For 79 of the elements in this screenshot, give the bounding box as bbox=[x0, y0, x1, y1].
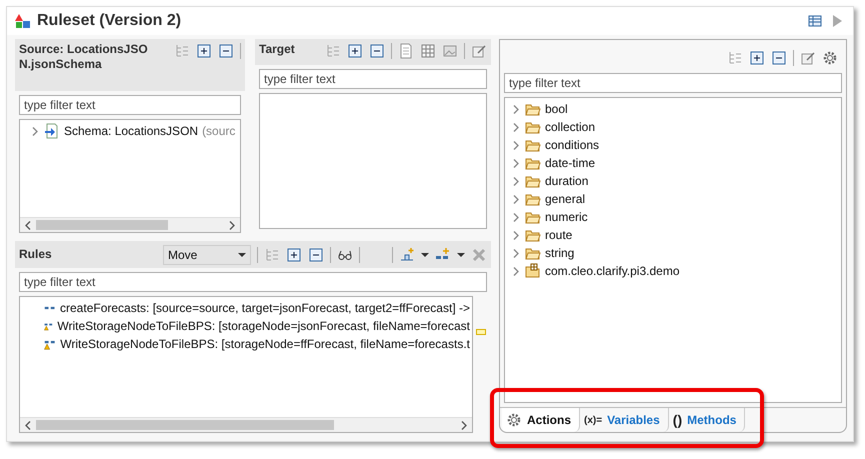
expand-all-icon[interactable] bbox=[347, 43, 363, 59]
settings-icon[interactable] bbox=[822, 50, 838, 66]
horizontal-scrollbar[interactable] bbox=[20, 417, 472, 432]
rule-row[interactable]: WriteStorageNodeToFileBPS: [storageNode=jsonForecast, fileName=forecast bbox=[22, 318, 470, 334]
source-title: Source: LocationsJSON.jsonSchema bbox=[19, 42, 149, 72]
target-title: Target bbox=[259, 42, 295, 57]
tree-item[interactable]: string bbox=[507, 245, 839, 261]
rule-text: createForecasts: [source=source, target=jsonForecast, target2=ffForecast] -> bbox=[60, 301, 470, 315]
rule-text: WriteStorageNodeToFileBPS: [storageNode=jsonForecast, fileName=forecast bbox=[57, 319, 470, 333]
scroll-left-icon[interactable] bbox=[25, 220, 31, 230]
gear-icon bbox=[506, 412, 522, 428]
package-icon bbox=[525, 263, 541, 279]
tree-icon[interactable] bbox=[174, 43, 190, 59]
collapse-all-icon[interactable] bbox=[218, 43, 234, 59]
horizontal-scrollbar[interactable] bbox=[20, 217, 240, 232]
add-rule-icon[interactable] bbox=[399, 247, 415, 263]
tree-item-label: collection bbox=[545, 120, 596, 134]
rule-row[interactable]: createForecasts: [source=source, target=jsonForecast, target2=ffForecast] -> bbox=[22, 300, 470, 316]
tree-icon[interactable] bbox=[264, 247, 280, 263]
tree-item-label: conditions bbox=[545, 138, 600, 152]
rules-filter-field[interactable]: type filter text bbox=[19, 272, 487, 292]
scroll-left-icon[interactable] bbox=[25, 420, 31, 430]
rules-title: Rules bbox=[19, 246, 52, 262]
tree-item[interactable]: date-time bbox=[507, 155, 839, 171]
tree-item[interactable]: numeric bbox=[507, 209, 839, 225]
caret-icon[interactable] bbox=[421, 253, 429, 257]
expand-all-icon[interactable] bbox=[749, 50, 765, 66]
tree-item-label: numeric bbox=[545, 210, 588, 224]
tree-icon[interactable] bbox=[727, 50, 743, 66]
caret-icon bbox=[238, 253, 246, 257]
collapse-all-icon[interactable] bbox=[369, 43, 385, 59]
scroll-right-icon[interactable] bbox=[229, 220, 235, 230]
tree-item-detail: (sourc bbox=[202, 124, 236, 138]
mode-dropdown[interactable]: Move bbox=[163, 245, 251, 265]
warning-marker bbox=[476, 329, 486, 335]
document-icon[interactable] bbox=[398, 43, 414, 59]
expand-all-icon[interactable] bbox=[286, 247, 302, 263]
tree-item-label: com.cleo.clarify.pi3.demo bbox=[545, 264, 680, 278]
tree-item-label: date-time bbox=[545, 156, 596, 170]
tab-symbol: (x)= bbox=[584, 414, 602, 426]
tree-icon[interactable] bbox=[325, 43, 341, 59]
table-icon[interactable] bbox=[807, 13, 823, 29]
collapse-all-icon[interactable] bbox=[308, 247, 324, 263]
tree-item[interactable]: conditions bbox=[507, 137, 839, 153]
palette-tab[interactable]: (x)= Variables bbox=[580, 408, 669, 432]
scroll-right-icon[interactable] bbox=[461, 420, 467, 430]
edit-icon[interactable] bbox=[471, 43, 487, 59]
expand-all-icon[interactable] bbox=[196, 43, 212, 59]
rule-text: WriteStorageNodeToFileBPS: [storageNode=ffForecast, fileName=forecasts.t bbox=[60, 337, 470, 351]
tree-item[interactable]: route bbox=[507, 227, 839, 243]
collapse-all-icon[interactable] bbox=[771, 50, 787, 66]
tree-item-label: duration bbox=[545, 174, 588, 188]
tree-item-label: route bbox=[545, 228, 572, 242]
tree-item-label: Schema: LocationsJSON bbox=[64, 124, 198, 138]
window-title: Ruleset (Version 2) bbox=[37, 12, 182, 30]
target-filter-field[interactable]: type filter text bbox=[259, 69, 487, 89]
tab-symbol: () bbox=[672, 412, 682, 428]
palette-filter-field[interactable]: type filter text bbox=[504, 73, 842, 93]
tree-item[interactable]: general bbox=[507, 191, 839, 207]
tree-item-label: bool bbox=[545, 102, 568, 116]
tree-item[interactable]: bool bbox=[507, 101, 839, 117]
tree-item-label: general bbox=[545, 192, 586, 206]
grid-icon[interactable] bbox=[420, 43, 436, 59]
tree-item[interactable]: collection bbox=[507, 119, 839, 135]
tree-item-label: string bbox=[545, 246, 574, 260]
rule-icon bbox=[44, 306, 56, 310]
palette-tab[interactable]: () Methods bbox=[668, 408, 746, 432]
image-icon[interactable] bbox=[442, 43, 458, 59]
tree-item[interactable]: Schema: LocationsJSON (sourc bbox=[22, 123, 238, 139]
ruleset-icon bbox=[15, 13, 31, 29]
tree-item[interactable]: duration bbox=[507, 173, 839, 189]
caret-icon[interactable] bbox=[457, 253, 465, 257]
edit-icon[interactable] bbox=[800, 50, 816, 66]
palette-tab[interactable]: Actions bbox=[502, 408, 580, 432]
tree-item[interactable]: com.cleo.clarify.pi3.demo bbox=[507, 263, 839, 279]
delete-icon[interactable] bbox=[471, 247, 487, 263]
rule-row[interactable]: WriteStorageNodeToFileBPS: [storageNode=ffForecast, fileName=forecasts.t bbox=[22, 336, 470, 352]
source-filter-field[interactable]: type filter text bbox=[19, 95, 241, 115]
schema-icon bbox=[44, 123, 60, 139]
